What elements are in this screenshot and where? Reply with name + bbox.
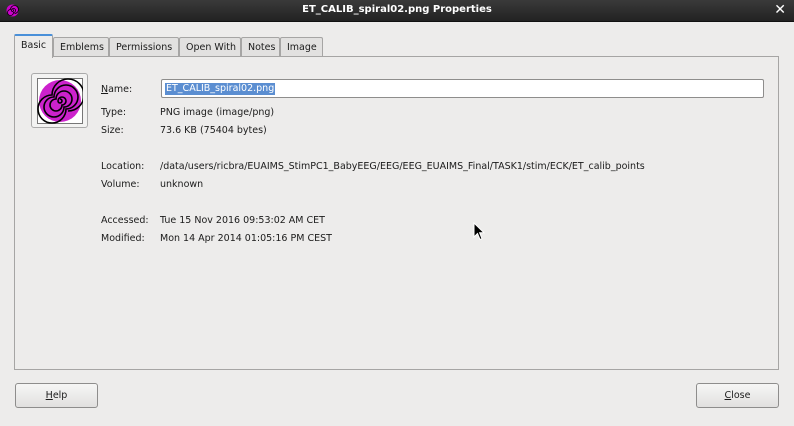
size-label: Size:	[101, 125, 124, 136]
basic-panel: Name: ET_CALIB_spiral02.png Type: PNG im…	[14, 56, 779, 370]
name-field[interactable]: ET_CALIB_spiral02.png	[161, 79, 764, 98]
file-icon-button[interactable]	[31, 73, 88, 128]
title-bar: ET_CALIB_spiral02.png Properties ✕	[0, 0, 794, 22]
type-label: Type:	[101, 107, 127, 118]
modified-label: Modified:	[101, 233, 145, 244]
name-label: Name:	[101, 84, 133, 95]
window-title: ET_CALIB_spiral02.png Properties	[302, 4, 492, 15]
type-value: PNG image (image/png)	[160, 107, 275, 118]
mouse-cursor-icon	[473, 222, 485, 241]
location-label: Location:	[101, 161, 145, 172]
accessed-label: Accessed:	[101, 215, 149, 226]
volume-label: Volume:	[101, 179, 140, 190]
tab-basic[interactable]: Basic	[14, 34, 53, 58]
help-button[interactable]: Help	[15, 383, 98, 408]
accessed-value: Tue 15 Nov 2016 09:53:02 AM CET	[160, 215, 325, 226]
modified-value: Mon 14 Apr 2014 01:05:16 PM CEST	[160, 233, 332, 244]
tab-emblems[interactable]: Emblems	[53, 37, 109, 56]
size-value: 73.6 KB (75404 bytes)	[160, 125, 267, 136]
volume-value: unknown	[160, 179, 204, 190]
close-button[interactable]: Close	[696, 383, 779, 408]
tab-permissions[interactable]: Permissions	[109, 37, 179, 56]
location-value: /data/users/ricbra/EUAIMS_StimPC1_BabyEE…	[160, 161, 645, 172]
close-window-icon[interactable]: ✕	[774, 2, 786, 18]
tab-notes[interactable]: Notes	[241, 37, 280, 56]
tab-open-with[interactable]: Open With	[179, 37, 241, 56]
spiral-image-icon	[37, 78, 83, 124]
name-value: ET_CALIB_spiral02.png	[165, 83, 276, 95]
tab-image[interactable]: Image	[280, 37, 323, 56]
